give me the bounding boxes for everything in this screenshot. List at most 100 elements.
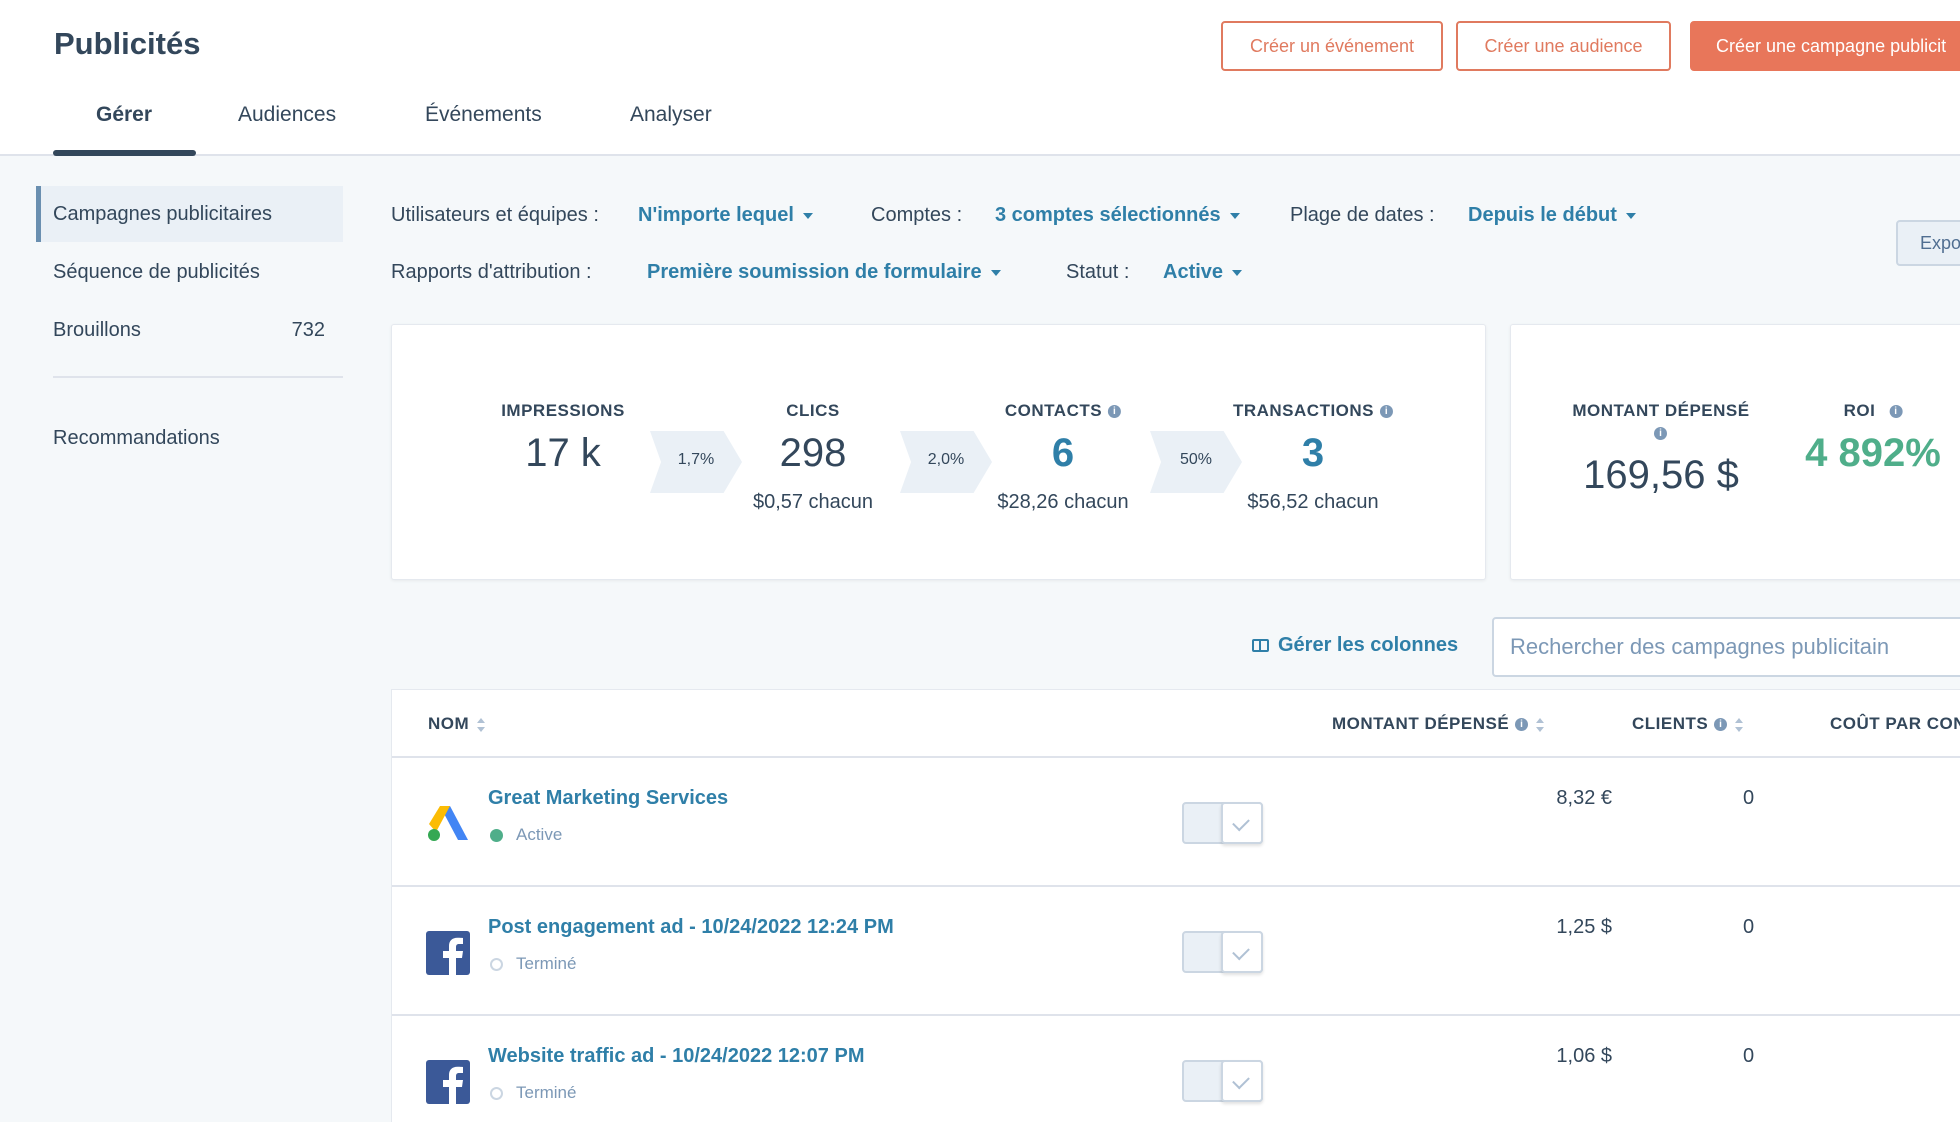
manage-columns-label: Gérer les colonnes xyxy=(1278,634,1459,656)
sidebar-item-label: Recommandations xyxy=(53,427,220,449)
caret-down-icon xyxy=(990,269,1001,276)
sort-icon[interactable] xyxy=(1536,717,1545,732)
transactions-label-text: TRANSACTIONS xyxy=(1232,401,1375,420)
campaigns-table: NOM MONTANT DÉPENSÉ i CLIENTS i COÛT PAR C… xyxy=(391,689,1960,1122)
clicks-cost: $0,57 chacun xyxy=(752,491,874,513)
manage-columns-button[interactable]: Gérer les colonnes xyxy=(1252,634,1458,657)
sidebar-item-drafts[interactable]: Brouillons 732 xyxy=(36,302,343,358)
table-row: Great Marketing Services Active 8,32 € 0 xyxy=(392,758,1960,887)
campaign-toggle[interactable] xyxy=(1182,931,1263,973)
filter-users-dropdown[interactable]: N'importe lequel xyxy=(638,204,813,227)
caret-down-icon xyxy=(1229,212,1240,219)
campaign-status-label: Terminé xyxy=(516,1083,577,1102)
filter-dates-value: Depuis le début xyxy=(1468,204,1617,226)
funnel-kpi-card: IMPRESSIONS 17 k 1,7% CLICS 298 $0,57 ch… xyxy=(391,324,1486,580)
sort-icon[interactable] xyxy=(477,717,486,732)
spent-value: 169,56 $ xyxy=(1583,453,1739,497)
column-header-name[interactable]: NOM xyxy=(428,714,486,734)
column-header-cost[interactable]: COÛT PAR CON xyxy=(1830,714,1960,734)
sidebar-item-label: Séquence de publicités xyxy=(53,261,260,283)
sidebar-item-label: Campagnes publicitaires xyxy=(53,203,273,225)
impressions-value: 17 k xyxy=(525,431,601,475)
campaign-status: Active xyxy=(488,825,562,845)
status-active-icon xyxy=(490,829,503,843)
funnel-arrow: 50% xyxy=(1150,431,1242,493)
campaign-toggle[interactable] xyxy=(1182,802,1263,844)
contacts-cost: $28,26 chacun xyxy=(997,491,1129,513)
filter-accounts-value: 3 comptes sélectionnés xyxy=(995,204,1221,226)
info-icon[interactable]: i xyxy=(1380,405,1394,419)
info-icon[interactable]: i xyxy=(1515,718,1529,732)
contacts-label: CONTACTS i xyxy=(1004,401,1122,421)
tab-gerer[interactable]: Gérer xyxy=(96,103,152,127)
impressions-label: IMPRESSIONS xyxy=(501,401,625,420)
facebook-icon xyxy=(426,931,470,975)
facebook-icon xyxy=(426,1060,470,1104)
funnel-arrow: 2,0% xyxy=(900,431,992,493)
filter-dates-dropdown[interactable]: Depuis le début xyxy=(1468,204,1636,227)
tab-analyser[interactable]: Analyser xyxy=(630,103,712,127)
roi-label: ROI i xyxy=(1844,401,1903,421)
tab-audiences[interactable]: Audiences xyxy=(238,103,336,127)
contact-rate: 2,0% xyxy=(927,451,965,468)
page-title: Publicités xyxy=(54,26,201,61)
caret-down-icon xyxy=(1625,212,1636,219)
export-button[interactable]: Expo xyxy=(1896,220,1960,266)
column-header-clients[interactable]: CLIENTS i xyxy=(1632,714,1744,734)
info-icon[interactable]: i xyxy=(1714,718,1728,732)
status-ended-icon xyxy=(490,958,503,972)
campaign-name-link[interactable]: Post engagement ad - 10/24/2022 12:24 PM xyxy=(488,916,894,939)
caret-down-icon xyxy=(802,212,813,219)
campaign-name-link[interactable]: Website traffic ad - 10/24/2022 12:07 PM xyxy=(488,1045,864,1068)
transactions-value[interactable]: 3 xyxy=(1302,431,1324,476)
campaign-clients: 0 xyxy=(1743,916,1755,938)
filter-attribution-dropdown[interactable]: Première soumission de formulaire xyxy=(647,261,1001,284)
clicks-label: CLICS xyxy=(786,401,840,420)
campaign-spent: 8,32 € xyxy=(1556,787,1612,809)
tab-evenements[interactable]: Événements xyxy=(425,103,542,127)
contacts-label-text: CONTACTS xyxy=(1004,401,1103,420)
filter-dates-label: Plage de dates : xyxy=(1290,204,1435,226)
create-audience-button[interactable]: Créer une audience xyxy=(1456,21,1671,71)
roi-label-text: ROI xyxy=(1843,401,1876,420)
campaign-status-label: Terminé xyxy=(516,954,577,973)
check-icon xyxy=(1221,1060,1263,1102)
contacts-value[interactable]: 6 xyxy=(1052,431,1074,476)
sidebar-item-sequence[interactable]: Séquence de publicités xyxy=(36,244,343,300)
status-ended-icon xyxy=(490,1087,503,1101)
column-header-spent[interactable]: MONTANT DÉPENSÉ i xyxy=(1332,714,1545,734)
info-icon[interactable]: i xyxy=(1889,405,1903,419)
google-ads-icon xyxy=(428,806,468,841)
sort-icon[interactable] xyxy=(1735,717,1744,732)
drafts-count: 732 xyxy=(291,319,325,341)
filter-accounts-label: Comptes : xyxy=(871,204,963,226)
check-icon xyxy=(1221,802,1263,844)
page-header: Publicités Créer un événement Créer une … xyxy=(0,0,1960,156)
sidebar-item-label: Brouillons xyxy=(53,319,141,341)
columns-icon xyxy=(1252,639,1269,653)
campaign-clients: 0 xyxy=(1743,787,1755,809)
sidebar-item-recommendations[interactable]: Recommandations xyxy=(36,410,343,466)
spent-info-icon[interactable]: i xyxy=(1654,425,1667,443)
filter-accounts-dropdown[interactable]: 3 comptes sélectionnés xyxy=(995,204,1240,227)
create-event-button[interactable]: Créer un événement xyxy=(1221,21,1443,71)
info-icon[interactable]: i xyxy=(1654,427,1667,441)
table-row: Website traffic ad - 10/24/2022 12:07 PM… xyxy=(392,1016,1960,1122)
filter-status-label: Statut : xyxy=(1066,261,1130,283)
campaign-status-label: Active xyxy=(516,825,563,844)
column-header-label: NOM xyxy=(428,714,470,733)
campaign-clients: 0 xyxy=(1743,1045,1755,1067)
search-campaigns-input[interactable] xyxy=(1492,617,1960,677)
filter-status-dropdown[interactable]: Active xyxy=(1163,261,1243,284)
caret-down-icon xyxy=(1232,269,1243,276)
campaign-name-link[interactable]: Great Marketing Services xyxy=(488,787,728,810)
campaign-status: Terminé xyxy=(488,1083,576,1103)
transactions-label: TRANSACTIONS i xyxy=(1232,401,1394,421)
campaign-toggle[interactable] xyxy=(1182,1060,1263,1102)
sidebar-item-campaigns[interactable]: Campagnes publicitaires xyxy=(36,186,343,242)
create-campaign-button[interactable]: Créer une campagne publicit xyxy=(1690,21,1960,71)
clicks-value: 298 xyxy=(779,431,847,475)
filter-users-value: N'importe lequel xyxy=(638,204,794,226)
funnel-arrow: 1,7% xyxy=(650,431,742,493)
info-icon[interactable]: i xyxy=(1108,405,1122,419)
